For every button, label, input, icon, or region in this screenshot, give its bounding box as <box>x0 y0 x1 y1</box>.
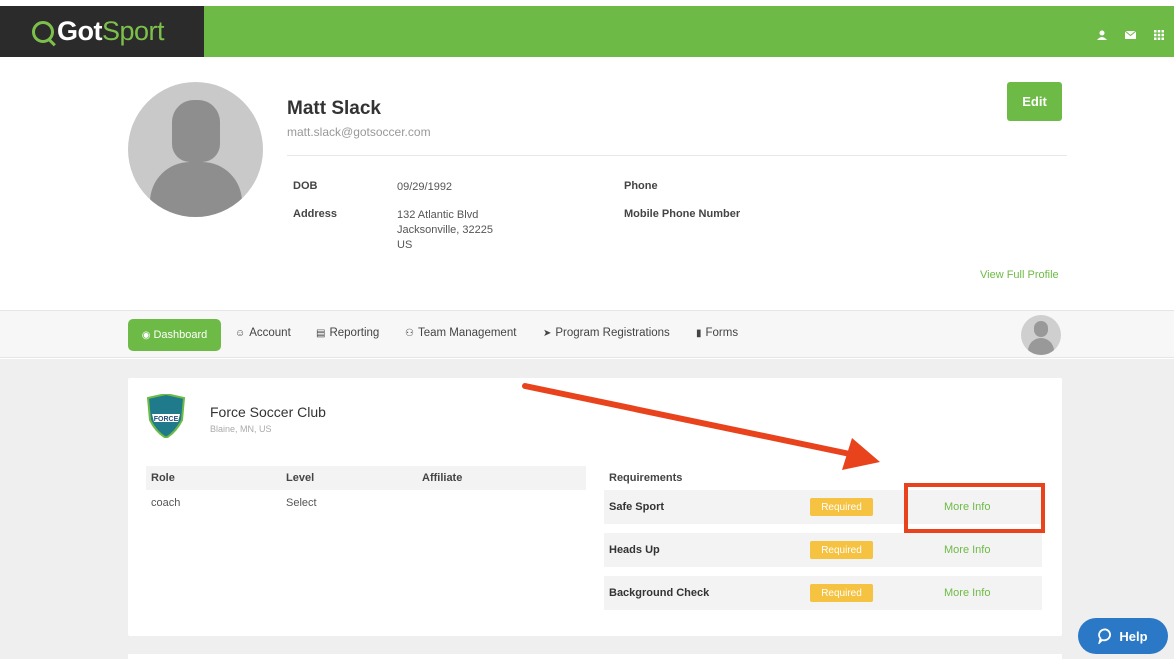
file-icon: ▮ <box>696 327 702 339</box>
status-badge: Required <box>810 498 873 516</box>
team-icon: ⚇ <box>405 327 414 339</box>
next-card <box>128 654 1062 659</box>
profile-email: matt.slack@gotsoccer.com <box>287 125 431 139</box>
top-header: GotSport <box>0 0 1174 57</box>
grid-icon[interactable] <box>1154 30 1164 43</box>
phone-label: Phone <box>624 180 658 192</box>
cell-role: coach <box>151 497 181 509</box>
address-label: Address <box>293 208 338 220</box>
paper-plane-icon: ➤ <box>543 327 552 339</box>
requirements-title: Requirements <box>609 472 683 484</box>
reporting-icon: ▤ <box>316 327 326 339</box>
brand-sport: Sport <box>102 16 165 46</box>
profile-name: Matt Slack <box>287 98 381 119</box>
requirement-row: Heads Up Required More Info <box>604 533 1042 567</box>
col-affiliate: Affiliate <box>422 472 463 484</box>
tab-reporting[interactable]: ▤ Reporting <box>316 327 379 339</box>
address-line-1: 132 Atlantic Blvd <box>397 209 479 221</box>
club-logo-icon: FORCE <box>146 394 186 438</box>
dob-value: 09/29/1992 <box>397 181 453 193</box>
main-nav: ◉ Dashboard ☺ Account ▤ Reporting ⚇ Team… <box>0 310 1174 358</box>
header-bar <box>204 6 1174 57</box>
help-button[interactable]: Help <box>1078 618 1168 654</box>
requirement-row: Background Check Required More Info <box>604 576 1042 610</box>
tab-team-management-label: Team Management <box>417 327 517 339</box>
more-info-link[interactable]: More Info <box>944 544 990 556</box>
view-full-profile-link[interactable]: View Full Profile <box>980 269 1059 281</box>
tab-forms-label: Forms <box>705 327 739 339</box>
status-badge: Required <box>810 541 873 559</box>
user-avatar[interactable] <box>1021 315 1061 355</box>
tab-program-registrations[interactable]: ➤ Program Registrations <box>543 327 670 339</box>
brand-got: Got <box>57 16 103 46</box>
requirement-name: Background Check <box>609 587 710 599</box>
mobile-phone-label: Mobile Phone Number <box>624 208 741 220</box>
account-icon: ☺ <box>235 327 246 339</box>
user-icon[interactable] <box>1097 30 1107 43</box>
tab-dashboard-label: Dashboard <box>153 329 208 341</box>
club-name: Force Soccer Club <box>210 404 326 420</box>
chat-bubble-icon <box>1098 628 1112 644</box>
requirement-name: Heads Up <box>609 544 660 556</box>
dashboard-icon: ◉ <box>141 329 151 341</box>
tab-dashboard[interactable]: ◉ Dashboard <box>128 319 221 351</box>
address-line-3: US <box>397 239 413 251</box>
club-logo-text: FORCE <box>154 416 179 423</box>
club-location: Blaine, MN, US <box>210 424 272 434</box>
address-line-2: Jacksonville, 32225 <box>397 224 494 236</box>
col-role: Role <box>151 472 175 484</box>
tab-team-management[interactable]: ⚇ Team Management <box>405 327 516 339</box>
more-info-link[interactable]: More Info <box>944 587 990 599</box>
col-level: Level <box>286 472 315 484</box>
tab-reporting-label: Reporting <box>329 327 380 339</box>
roles-table-header <box>146 466 586 490</box>
profile-avatar <box>128 82 263 217</box>
cell-level: Select <box>286 497 317 509</box>
tab-account[interactable]: ☺ Account <box>235 327 291 339</box>
help-label: Help <box>1119 628 1148 644</box>
edit-profile-button[interactable]: Edit <box>1007 82 1062 121</box>
gotsport-logo-icon <box>32 20 54 43</box>
brand-logo[interactable]: GotSport <box>0 6 204 57</box>
highlight-box <box>904 483 1045 533</box>
profile-divider <box>287 155 1067 156</box>
tab-account-label: Account <box>249 327 291 339</box>
mail-icon[interactable] <box>1124 30 1137 42</box>
status-badge: Required <box>810 584 873 602</box>
requirement-name: Safe Sport <box>609 501 665 513</box>
tab-program-registrations-label: Program Registrations <box>555 327 670 339</box>
dob-label: DOB <box>293 180 318 192</box>
tab-forms[interactable]: ▮ Forms <box>696 327 738 339</box>
